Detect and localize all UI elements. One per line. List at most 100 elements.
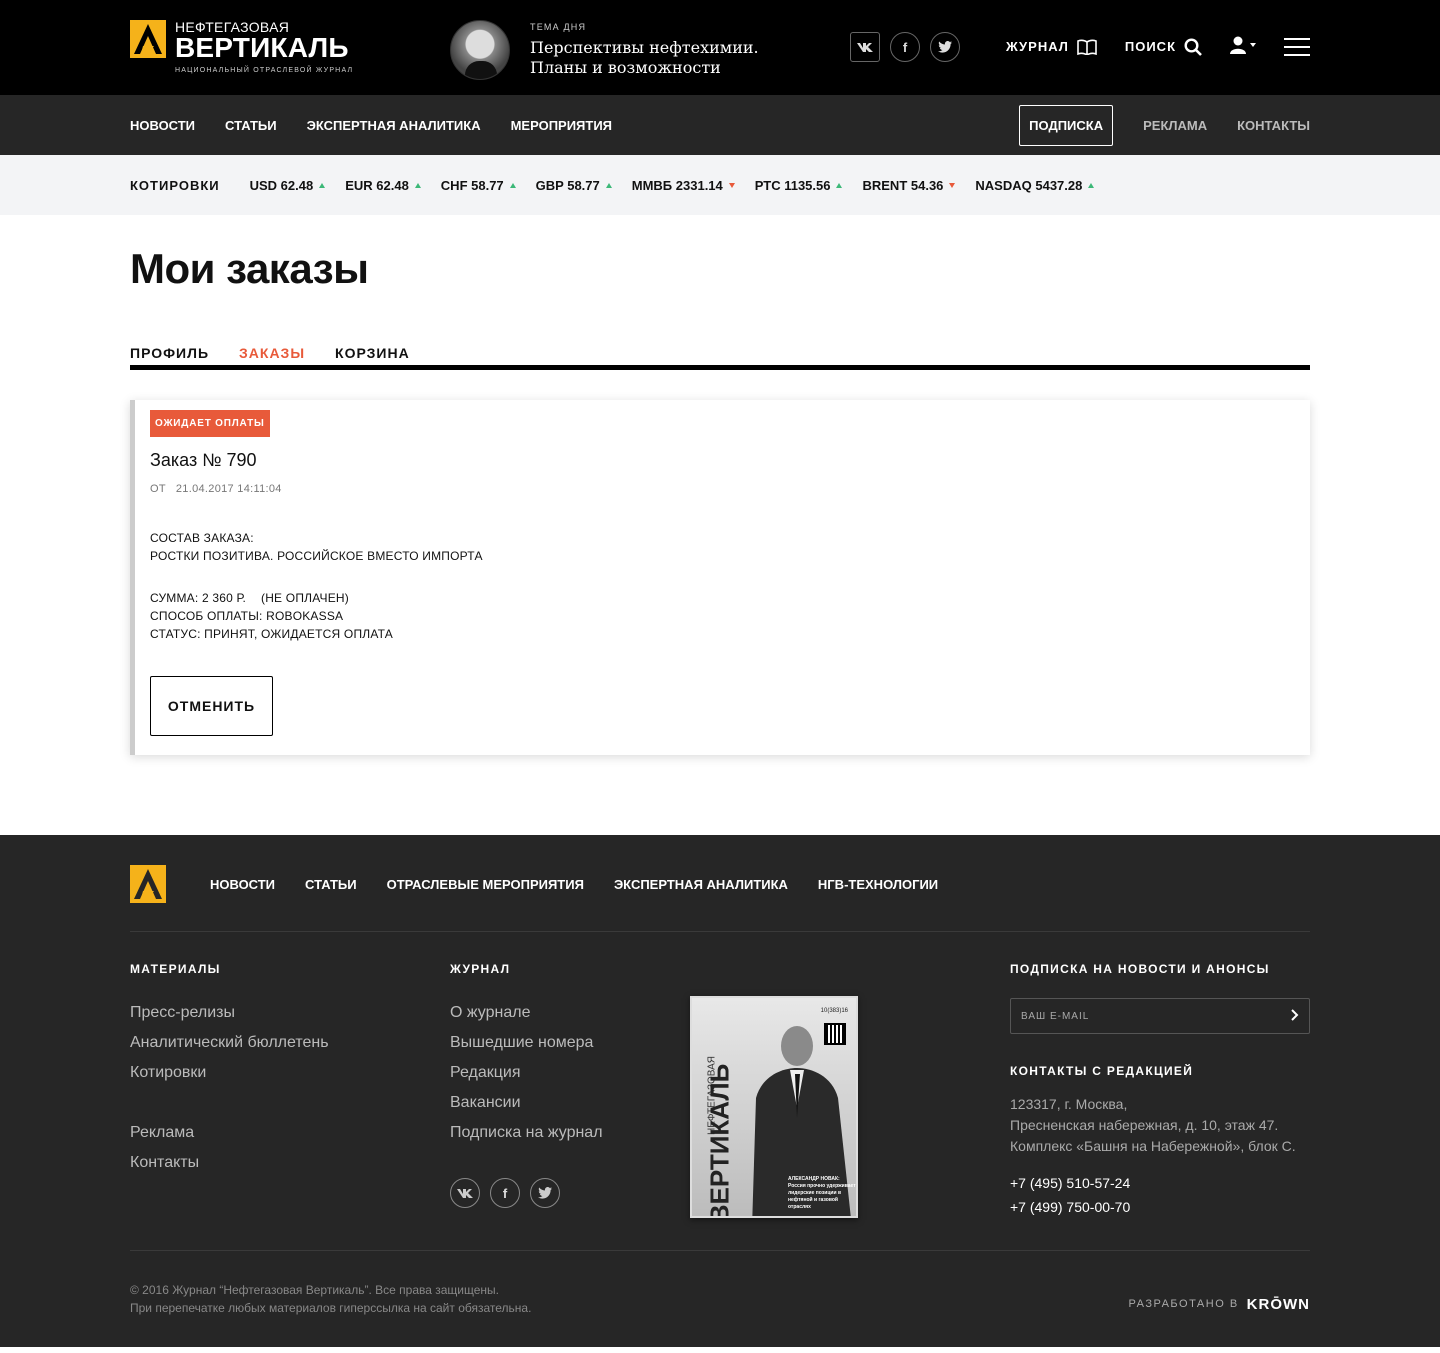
header-actions: ЖУРНАЛ ПОИСК	[978, 36, 1310, 57]
link-journal-sub[interactable]: Подписка на журнал	[450, 1118, 603, 1148]
phone-link[interactable]: +7 (495) 510-57-24	[1010, 1171, 1310, 1195]
menu-hamburger-icon[interactable]	[1284, 37, 1310, 56]
vk-icon[interactable]	[850, 32, 880, 62]
link-issues[interactable]: Вышедшие номера	[450, 1028, 603, 1058]
journal-label: ЖУРНАЛ	[1005, 39, 1069, 54]
footer-nav-events[interactable]: ОТРАСЛЕВЫЕ МЕРОПРИЯТИЯ	[387, 877, 584, 892]
cover-caption: АЛЕКСАНДР НОВАК: Россия прочно удерживае…	[788, 1176, 856, 1210]
nav-news[interactable]: НОВОСТИ	[130, 118, 195, 133]
order-card: ОЖИДАЕТ ОПЛАТЫ Заказ № 790 ОТ 21.04.2017 …	[130, 400, 1310, 755]
footer-nav-news[interactable]: НОВОСТИ	[210, 877, 275, 892]
footer-subscribe: ПОДПИСКА НА НОВОСТИ И АНОНСЫ ВАШ E-MAIL …	[1010, 962, 1310, 1219]
footer-journal: ЖУРНАЛ О журнале Вышедшие номера Редакци…	[450, 962, 603, 1208]
order-payment: СПОСОБ ОПЛАТЫ: ROBOKASSA	[150, 609, 344, 623]
user-icon	[1230, 36, 1258, 57]
link-ads[interactable]: Реклама	[130, 1118, 329, 1148]
composition-label: СОСТАВ ЗАКАЗА:	[150, 531, 254, 545]
link-press[interactable]: Пресс-релизы	[130, 998, 329, 1028]
email-placeholder: ВАШ E-MAIL	[1021, 1010, 1090, 1022]
magazine-cover[interactable]: НЕФТЕГАЗОВАЯ ВЕРТИКАЛЬ 10(383)16 АЛЕКСАН…	[690, 996, 858, 1218]
journal-link[interactable]: ЖУРНАЛ	[1006, 39, 1097, 55]
footer-bottom: © 2016 Журнал “Нефтегазовая Вертикаль”. …	[130, 1250, 1310, 1317]
editorial-address: 123317, г. Москва, Пресненская набережна…	[1010, 1094, 1310, 1157]
footer-materials: МАТЕРИАЛЫ Пресс-релизы Аналитический бюл…	[130, 962, 329, 1178]
quote-value: USD 62.48	[249, 177, 314, 193]
phone-link[interactable]: +7 (499) 750-00-70	[1010, 1195, 1310, 1219]
theme-of-day[interactable]: ТЕМА ДНЯ Перспективы нефтехимии. Планы и…	[450, 20, 760, 80]
order-date: ОТ 21.04.2017 14:11:04	[150, 483, 1310, 495]
journal-head: ЖУРНАЛ	[450, 962, 511, 976]
quote-value: NASDAQ 5437.28	[975, 177, 1083, 193]
email-field[interactable]: ВАШ E-MAIL	[1010, 998, 1310, 1034]
quote-value: EUR 62.48	[345, 177, 409, 193]
address-line: Комплекс «Башня на Набережной», блок С.	[1010, 1138, 1296, 1154]
footer-socials: f	[450, 1178, 603, 1208]
link-contacts[interactable]: Контакты	[130, 1148, 329, 1178]
order-sum: СУММА: 2 360 Р.	[150, 591, 246, 605]
footer-nav-ngv[interactable]: НГВ-ТЕХНОЛОГИИ	[818, 877, 938, 892]
theme-label: ТЕМА ДНЯ	[530, 22, 587, 32]
quote-value: РТС 1135.56	[754, 177, 831, 193]
developer-logo: KRŌWN	[1246, 1295, 1310, 1313]
quote-item[interactable]: CHF 58.77	[441, 178, 516, 193]
quote-item[interactable]: USD 62.48	[250, 178, 326, 193]
quotes-label: КОТИРОВКИ	[130, 177, 220, 193]
tab-orders[interactable]: ЗАКАЗЫ	[239, 345, 305, 365]
quotes-bar: КОТИРОВКИ USD 62.48 EUR 62.48 CHF 58.77 GBP…	[0, 155, 1440, 215]
link-about[interactable]: О журнале	[450, 998, 603, 1028]
order-date-value: 21.04.2017 14:11:04	[175, 483, 282, 495]
arrow-up-icon	[509, 182, 516, 188]
subscribe-button[interactable]: ПОДПИСКА	[1019, 104, 1114, 146]
address-line: Пресненская набережная, д. 10, этаж 47.	[1010, 1117, 1279, 1133]
twitter-icon[interactable]	[930, 32, 960, 62]
order-title: Заказ № 790	[150, 450, 257, 470]
footer-facebook-icon[interactable]: f	[490, 1178, 520, 1208]
order-status: СТАТУС: ПРИНЯТ, ОЖИДАЕТСЯ ОПЛАТА	[150, 627, 393, 641]
developer-credit[interactable]: РАЗРАБОТАНО В KRŌWN	[1129, 1291, 1310, 1317]
link-editorial[interactable]: Редакция	[450, 1058, 603, 1088]
main-content: Мои заказы ПРОФИЛЬ ЗАКАЗЫ КОРЗИНА ОЖИДАЕ…	[0, 215, 1440, 755]
footer-vk-icon[interactable]	[450, 1178, 480, 1208]
logo-tagline: НАЦИОНАЛЬНЫЙ ОТРАСЛЕВОЙ ЖУРНАЛ	[175, 67, 354, 74]
composition-item: РОСТКИ ПОЗИТИВА. РОССИЙСКОЕ ВМЕСТО ИМПОР…	[150, 549, 483, 563]
quote-item[interactable]: ММВБ 2331.14	[632, 178, 735, 193]
arrow-up-icon	[836, 182, 843, 188]
developer-label: РАЗРАБОТАНО В	[1128, 1298, 1239, 1310]
tab-profile[interactable]: ПРОФИЛЬ	[130, 345, 209, 365]
nav-ads[interactable]: РЕКЛАМА	[1143, 118, 1207, 133]
nav-analytics[interactable]: ЭКСПЕРТНАЯ АНАЛИТИКА	[307, 118, 481, 133]
address-line: 123317, г. Москва,	[1010, 1096, 1128, 1112]
editorial-phones: +7 (495) 510-57-24 +7 (499) 750-00-70	[1010, 1171, 1310, 1219]
link-bulletin[interactable]: Аналитический бюллетень	[130, 1028, 329, 1058]
nav-contacts[interactable]: КОНТАКТЫ	[1237, 118, 1310, 133]
quote-item[interactable]: РТС 1135.56	[755, 178, 843, 193]
page-title: Мои заказы	[130, 245, 369, 292]
book-icon	[1077, 39, 1097, 55]
footer-twitter-icon[interactable]	[530, 1178, 560, 1208]
link-vacancies[interactable]: Вакансии	[450, 1088, 603, 1118]
theme-title[interactable]: Перспективы нефтехимии. Планы и возможно…	[530, 38, 760, 78]
nav-events[interactable]: МЕРОПРИЯТИЯ	[511, 118, 612, 133]
chevron-right-icon[interactable]	[1291, 1008, 1299, 1024]
footer-logo-icon[interactable]	[130, 865, 166, 903]
quote-item[interactable]: BRENT 54.36	[862, 178, 956, 193]
quote-item[interactable]: GBP 58.77	[536, 178, 612, 193]
site-logo[interactable]: НЕФТЕГАЗОВАЯ ВЕРТИКАЛЬ НАЦИОНАЛЬНЫЙ ОТРА…	[130, 20, 353, 74]
contacts-head: КОНТАКТЫ С РЕДАКЦИЕЙ	[1010, 1064, 1194, 1078]
footer-nav-articles[interactable]: СТАТЬИ	[305, 877, 357, 892]
tab-cart[interactable]: КОРЗИНА	[335, 345, 410, 365]
facebook-icon[interactable]: f	[890, 32, 920, 62]
quote-item[interactable]: NASDAQ 5437.28	[975, 177, 1095, 193]
footer-nav-analytics[interactable]: ЭКСПЕРТНАЯ АНАЛИТИКА	[614, 877, 788, 892]
user-menu[interactable]	[1230, 36, 1258, 57]
profile-tabs: ПРОФИЛЬ ЗАКАЗЫ КОРЗИНА	[130, 345, 1310, 370]
materials-head: МАТЕРИАЛЫ	[130, 962, 221, 976]
quote-item[interactable]: EUR 62.48	[345, 178, 421, 193]
copyright-line: При перепечатке любых материалов гиперсс…	[130, 1301, 532, 1315]
nav-articles[interactable]: СТАТЬИ	[225, 118, 277, 133]
link-quotes[interactable]: Котировки	[130, 1058, 329, 1088]
footer: НОВОСТИ СТАТЬИ ОТРАСЛЕВЫЕ МЕРОПРИЯТИЯ ЭК…	[0, 835, 1440, 1347]
search-link[interactable]: ПОИСК	[1125, 37, 1202, 56]
search-icon	[1184, 37, 1202, 56]
cancel-button[interactable]: ОТМЕНИТЬ	[150, 676, 273, 736]
